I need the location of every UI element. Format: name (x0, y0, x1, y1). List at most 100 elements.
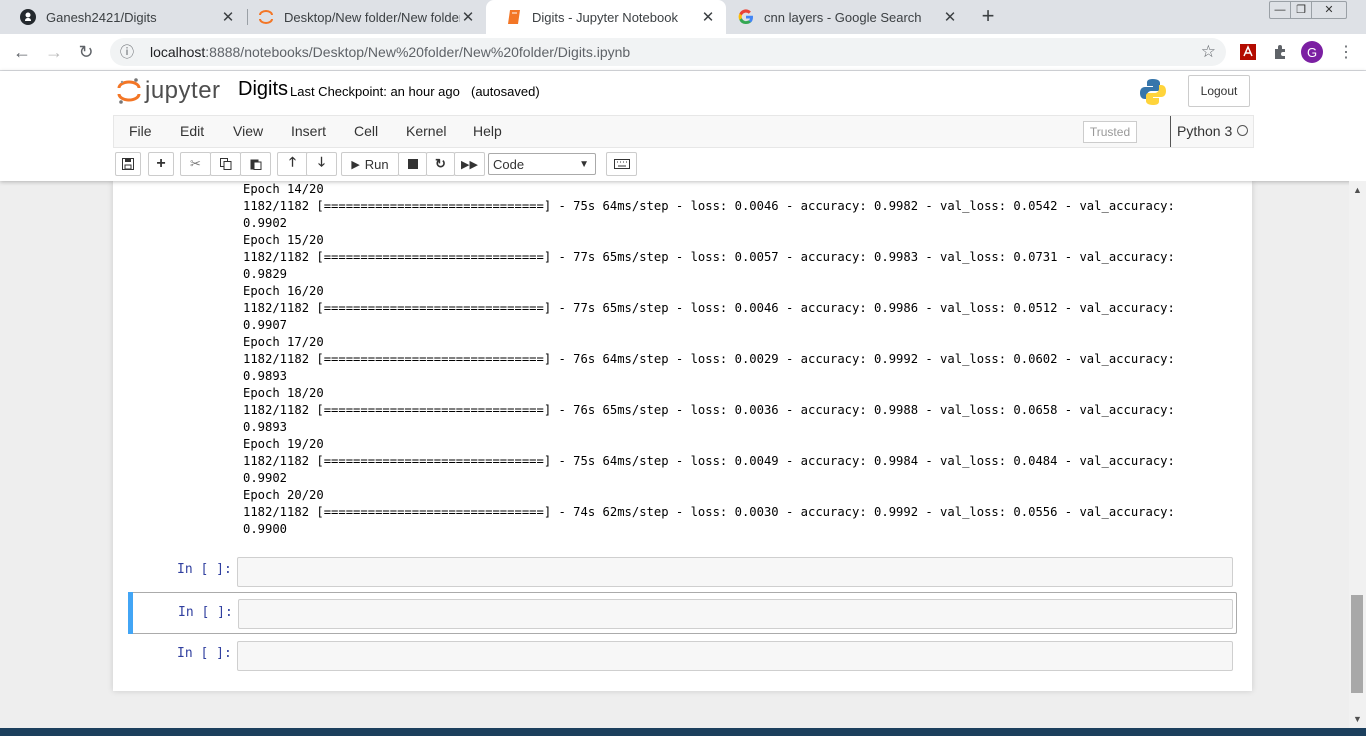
pdf-extension-icon[interactable] (1238, 42, 1258, 62)
profile-avatar[interactable]: G (1301, 41, 1323, 63)
browser-tab-jupyter-tree[interactable]: Desktop/New folder/New folder/ ✕ (238, 0, 486, 34)
code-cell[interactable]: In [ ]: (128, 637, 1237, 673)
kernel-name[interactable]: Python 3 (1170, 116, 1232, 147)
url-path: :8888/notebooks/Desktop/New%20folder/New… (205, 44, 631, 60)
tab-title: cnn layers - Google Search (764, 9, 922, 25)
output-line: 1182/1182 [=============================… (243, 454, 1175, 468)
scroll-up-icon[interactable]: ▲ (1353, 185, 1362, 195)
more-menu-icon[interactable]: ⋮ (1336, 42, 1356, 62)
play-icon: ▶ (351, 158, 360, 171)
browser-tab-notebook[interactable]: Digits - Jupyter Notebook ✕ (486, 0, 726, 34)
jupyter-header: jupyter Digits Last Checkpoint: an hour … (0, 71, 1366, 181)
extensions-puzzle-icon[interactable] (1270, 42, 1290, 62)
new-tab-button[interactable]: + (976, 4, 1000, 28)
menu-edit[interactable]: Edit (180, 116, 204, 147)
scissors-icon: ✂ (190, 156, 201, 171)
output-line: 0.9829 (243, 267, 288, 281)
save-icon (122, 158, 134, 170)
command-palette-button[interactable] (606, 152, 637, 176)
output-line: 1182/1182 [=============================… (243, 250, 1175, 264)
scroll-down-icon[interactable]: ▼ (1353, 714, 1362, 724)
output-line: 0.9893 (243, 369, 288, 383)
browser-tab-google[interactable]: cnn layers - Google Search ✕ (718, 0, 968, 34)
restart-kernel-button[interactable]: ↻ (426, 152, 455, 176)
close-window-button[interactable]: ✕ (1312, 2, 1346, 18)
chevron-down-icon: ▼ (579, 159, 589, 170)
google-icon (738, 9, 754, 25)
jupyter-icon (258, 9, 274, 25)
close-icon[interactable]: ✕ (460, 8, 476, 26)
cut-button[interactable]: ✂ (180, 152, 211, 176)
minimize-button[interactable]: — (1270, 2, 1291, 18)
output-line: 0.9900 (243, 522, 288, 536)
browser-tab-github[interactable]: Ganesh2421/Digits ✕ (0, 0, 246, 34)
page-scrollbar[interactable]: ▲ ▼ (1349, 181, 1366, 728)
menu-file[interactable]: File (129, 116, 152, 147)
copy-button[interactable] (210, 152, 241, 176)
address-bar[interactable]: ⓘ localhost:8888/notebooks/Desktop/New%2… (110, 38, 1226, 66)
jupyter-logo-text: jupyter (145, 77, 221, 104)
output-line: 1182/1182 [=============================… (243, 352, 1175, 366)
move-up-button[interactable]: 🡑 (277, 152, 308, 176)
paste-button[interactable] (240, 152, 271, 176)
save-button[interactable] (115, 152, 141, 176)
output-line: Epoch 15/20 (243, 233, 324, 247)
notebook-container: Epoch 14/20 1182/1182 [=================… (113, 181, 1252, 691)
back-button[interactable]: ← (10, 40, 34, 64)
restore-button[interactable]: ❐ (1291, 2, 1312, 18)
menu-insert[interactable]: Insert (291, 116, 326, 147)
close-icon[interactable]: ✕ (220, 8, 236, 26)
code-input[interactable] (238, 599, 1233, 629)
close-icon[interactable]: ✕ (700, 8, 716, 26)
plus-icon: + (156, 155, 166, 172)
info-icon[interactable]: ⓘ (118, 43, 136, 61)
bookmark-star-icon[interactable]: ☆ (1201, 42, 1216, 62)
output-line: 1182/1182 [=============================… (243, 199, 1175, 213)
output-line: 0.9902 (243, 471, 288, 485)
insert-cell-button[interactable]: + (148, 152, 174, 176)
browser-tab-strip: Ganesh2421/Digits ✕ Desktop/New folder/N… (0, 0, 1366, 34)
copy-icon (219, 158, 231, 170)
cell-type-value: Code (493, 157, 525, 172)
output-line: 1182/1182 [=============================… (243, 403, 1175, 417)
output-line: 0.9907 (243, 318, 288, 332)
os-taskbar (0, 728, 1366, 736)
restart-run-all-button[interactable]: ▶▶ (454, 152, 485, 176)
tab-title: Ganesh2421/Digits (46, 9, 157, 25)
arrow-up-icon: 🡑 (289, 154, 296, 169)
menu-kernel[interactable]: Kernel (406, 116, 446, 147)
selected-cell-indicator (128, 592, 133, 634)
code-input[interactable] (237, 557, 1233, 587)
notebook-icon (506, 9, 522, 25)
trusted-indicator[interactable]: Trusted (1083, 121, 1137, 143)
python-logo-icon (1138, 77, 1168, 112)
cell-type-select[interactable]: Code ▼ (488, 153, 596, 175)
scrollbar-thumb[interactable] (1351, 595, 1363, 693)
output-line: 1182/1182 [=============================… (243, 505, 1175, 519)
menu-view[interactable]: View (233, 116, 263, 147)
run-label: Run (364, 156, 389, 172)
autosave-status: (autosaved) (471, 84, 540, 99)
code-cell-selected[interactable]: In [ ]: (128, 592, 1237, 634)
window-controls: — ❐ ✕ (1269, 1, 1347, 19)
jupyter-logo[interactable]: jupyter (117, 76, 221, 106)
input-prompt: In [ ]: (177, 562, 232, 577)
stop-icon (407, 159, 418, 169)
logout-button[interactable]: Logout (1188, 75, 1250, 107)
output-line: Epoch 16/20 (243, 284, 324, 298)
forward-button[interactable]: → (42, 40, 66, 64)
code-input[interactable] (237, 641, 1233, 671)
output-line: Epoch 18/20 (243, 386, 324, 400)
tab-title: Desktop/New folder/New folder/ (284, 9, 460, 25)
close-icon[interactable]: ✕ (942, 8, 958, 26)
move-down-button[interactable]: 🡓 (306, 152, 337, 176)
run-button[interactable]: ▶ Run (341, 152, 399, 176)
notebook-name[interactable]: Digits (238, 78, 288, 101)
interrupt-button[interactable] (398, 152, 427, 176)
menu-help[interactable]: Help (473, 116, 502, 147)
reload-button[interactable]: ↻ (74, 40, 98, 64)
restart-icon: ↻ (435, 156, 446, 171)
input-prompt: In [ ]: (177, 646, 232, 661)
code-cell[interactable]: In [ ]: (128, 553, 1237, 589)
menu-cell[interactable]: Cell (354, 116, 378, 147)
